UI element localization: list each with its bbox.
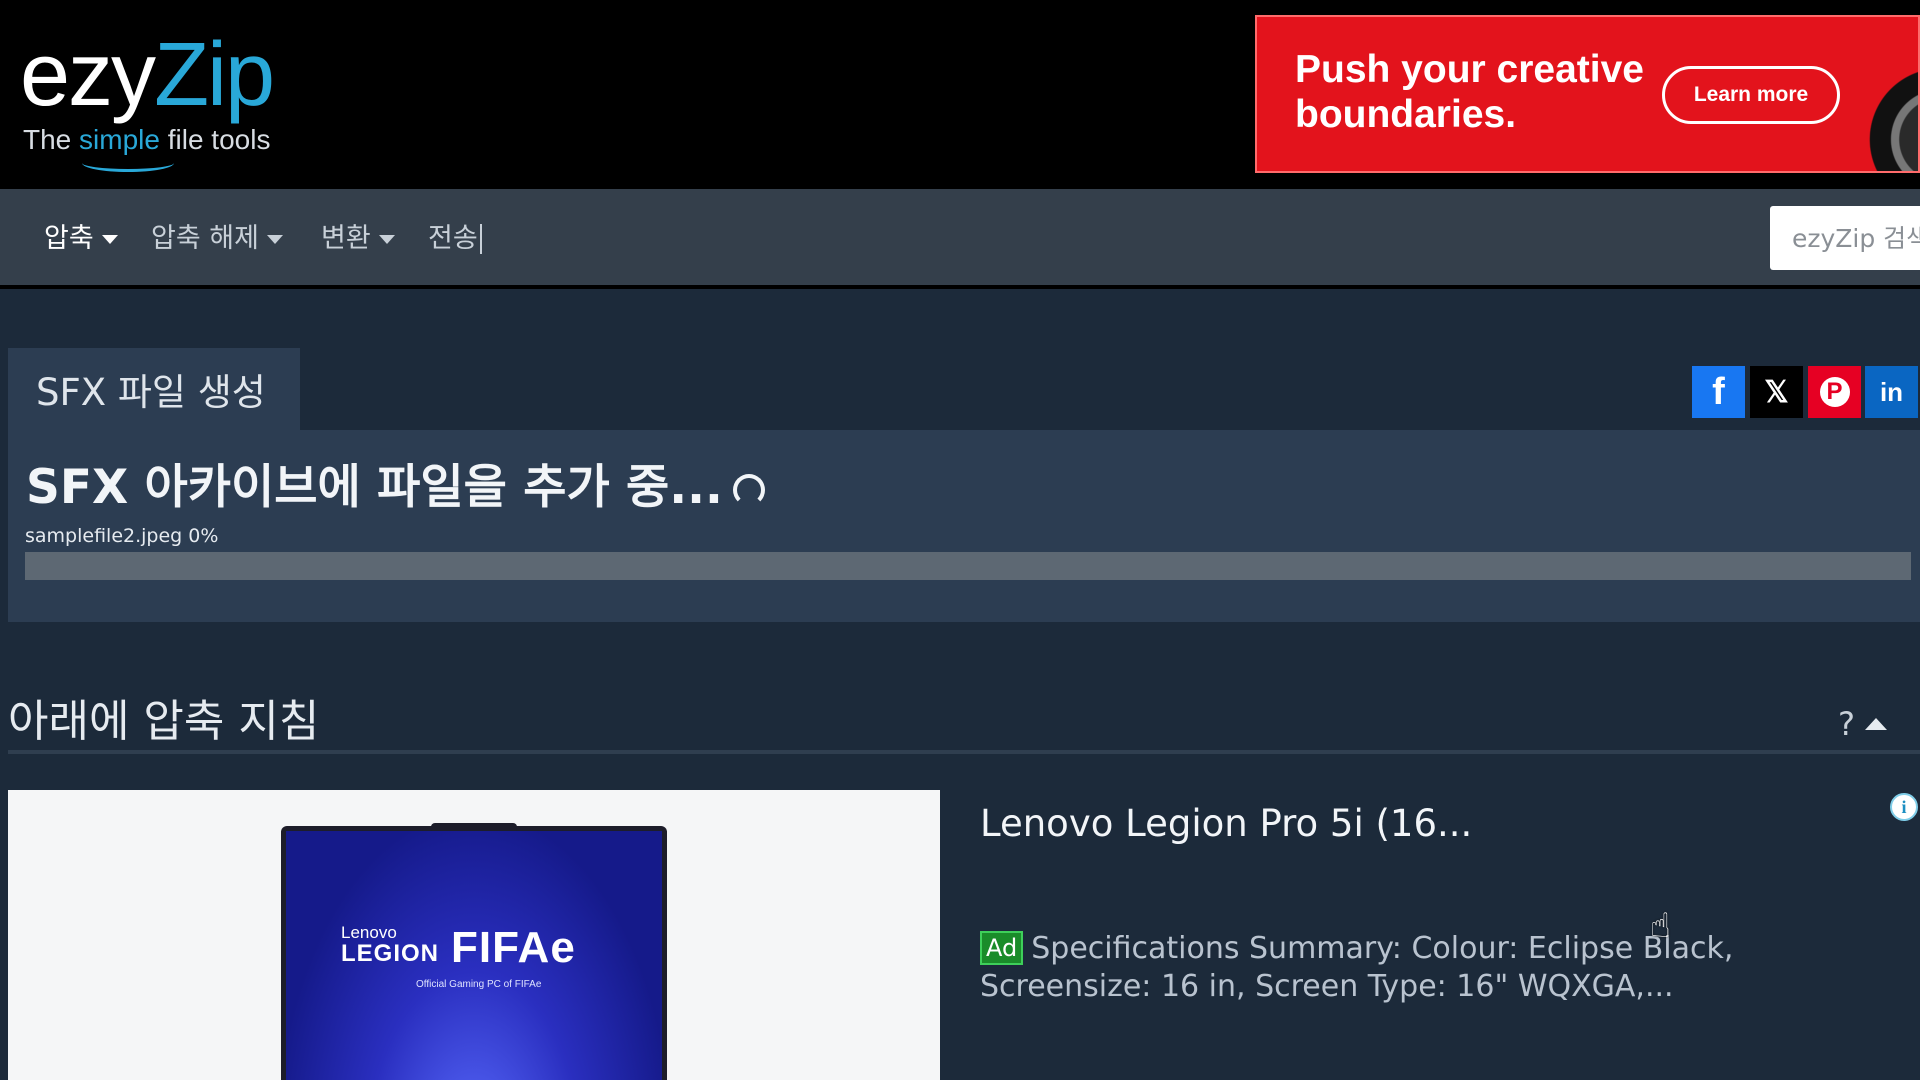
banner-ad-headline: Push your creative boundaries. [1295,48,1644,136]
facebook-icon: f [1712,370,1725,413]
tagline-simple: simple [79,124,160,155]
progress-title: SFX 아카이브에 파일을 추가 중... [26,448,765,517]
learn-more-button[interactable]: Learn more [1662,66,1840,124]
laptop-screen: Lenovo LEGION FIFAe Official Gaming PC o… [286,831,662,1080]
tool-title-tab: SFX 파일 생성 [8,348,300,430]
file-percent: 0% [188,525,219,547]
hand-cursor-icon: ☝ [1650,906,1671,946]
progress-bar [25,552,1911,580]
logo-wordmark: ezyZip [20,20,275,130]
ezyzip-logo[interactable]: ezyZip The simple file tools [20,20,310,172]
logo-tagline: The simple file tools [23,124,270,156]
nav-send-label: 전송 [428,223,478,254]
nav-send[interactable]: 전송 [428,219,482,259]
linkedin-share-button[interactable]: in [1865,366,1918,418]
section-divider [8,750,1920,754]
ad-badge: Ad [980,931,1024,965]
nav-convert[interactable]: 변환 [321,219,395,259]
search-input[interactable] [1770,206,1920,270]
ad-info-icon[interactable]: i [1890,793,1918,821]
x-share-button[interactable]: 𝕏 [1750,366,1803,418]
nav-extract[interactable]: 압축 해제 [151,219,283,259]
pinterest-share-button[interactable]: P [1808,366,1861,418]
instructions-toggle[interactable]: ? [1838,705,1887,743]
site-header: ezyZip The simple file tools Push your c… [0,0,1920,189]
file-status: samplefile2.jpeg 0% [25,525,218,547]
logo-ezy: ezy [20,25,156,125]
loading-spinner-icon [732,473,765,506]
logo-swoosh [82,154,174,172]
chevron-down-icon [378,234,395,244]
chevron-down-icon [101,234,118,244]
native-ad-description: Specifications Summary: Colour: Eclipse … [980,931,1734,1004]
text-cursor [479,224,482,254]
x-icon: 𝕏 [1764,375,1789,409]
help-icon: ? [1838,705,1855,743]
file-name: samplefile2.jpeg [25,525,183,547]
laptop-sub-text: Official Gaming PC of FIFAe [416,979,542,990]
laptop-fifa-text: FIFAe [451,923,576,972]
nav-compress[interactable]: 압축 [44,219,118,259]
chevron-down-icon [266,234,283,244]
nav-compress-label: 압축 [44,223,94,254]
native-ad-body[interactable]: Ad Specifications Summary: Colour: Eclips… [980,930,1870,1006]
tagline-rest: file tools [159,124,271,155]
page: ezyZip The simple file tools Push your c… [0,0,1920,1080]
chevron-up-icon [1864,718,1887,730]
nav-extract-label: 압축 해제 [151,223,259,254]
progress-title-text: SFX 아카이브에 파일을 추가 중... [26,460,723,515]
nav-convert-label: 변환 [321,223,371,254]
tagline-the: The [23,124,80,155]
laptop-legion-text: LEGION [341,940,440,967]
banner-ad[interactable]: Push your creative boundaries. Learn mor… [1255,15,1920,173]
linkedin-icon: in [1879,376,1904,407]
native-ad-title[interactable]: Lenovo Legion Pro 5i (16... [980,802,1472,845]
native-ad-image[interactable]: Lenovo LEGION FIFAe Official Gaming PC o… [8,790,940,1080]
instructions-heading: 아래에 압축 지침 [8,696,320,747]
laptop-brand: Lenovo LEGION [341,923,439,968]
laptop-image: Lenovo LEGION FIFAe Official Gaming PC o… [281,823,667,1080]
pinterest-icon: P [1819,377,1850,407]
facebook-share-button[interactable]: f [1692,366,1745,418]
logo-zip: Zip [154,25,275,125]
progress-panel: SFX 아카이브에 파일을 추가 중... samplefile2.jpeg 0… [8,430,1920,622]
banner-ad-image [1857,57,1918,171]
main-nav: 압축 압축 해제 변환 전송 [0,189,1920,289]
